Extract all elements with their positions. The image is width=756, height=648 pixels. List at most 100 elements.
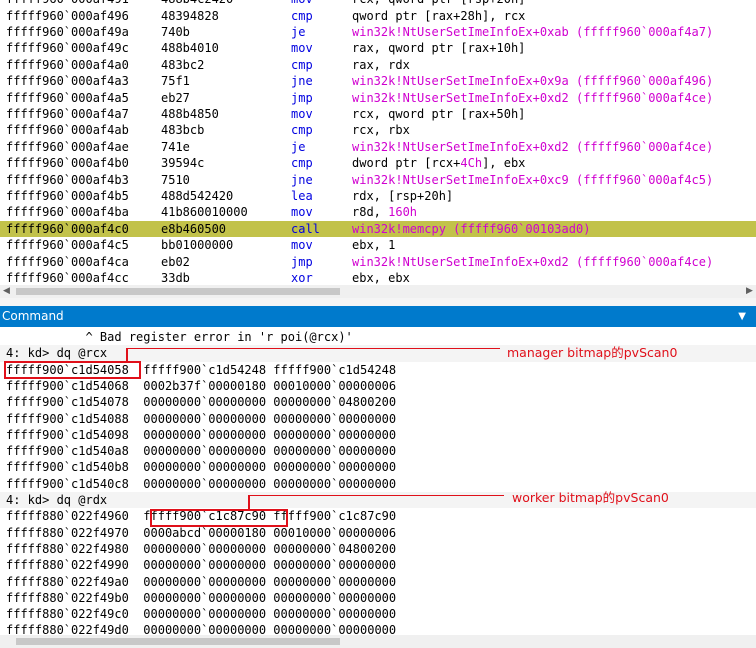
disasm-address: fffff960`000af4b5 [6, 189, 129, 203]
operand-text: dword ptr [rcx+ [352, 156, 461, 171]
disasm-row[interactable]: fffff960`000af49a 740b je win32k!NtUserSetI… [0, 24, 756, 40]
disasm-operand[interactable]: win32k!memcpy (fffff960`00103ad0) [352, 221, 590, 237]
disasm-row[interactable]: fffff960`000af491 488b4c2420 mov rcx, qword… [0, 0, 756, 8]
disasm-mnemonic: mov [291, 205, 313, 220]
manager-annotation-label: manager bitmap的pvScan0 [507, 345, 678, 360]
disasm-address: fffff960`000af4b0 [6, 156, 129, 171]
worker-annotation-leader-vertical [248, 495, 250, 509]
scroll-thumb[interactable] [16, 638, 340, 645]
command-output-line: fffff880`022f49b0 00000000`00000000 0000… [6, 590, 397, 605]
scroll-right-icon[interactable]: ▶ [743, 285, 756, 298]
disasm-address: fffff960`000af4ab [6, 123, 129, 138]
command-output-line: fffff900`c1d54068 0002b37f`00000180 0001… [6, 378, 397, 393]
disasm-address: fffff960`000af4b3 [6, 172, 129, 187]
disasm-operand[interactable]: win32k!NtUserSetImeInfoEx+0xd2 (fffff960… [352, 139, 713, 155]
disasm-row[interactable]: fffff960`000af4ba 41b860010000 mov r8d, 160… [0, 204, 756, 220]
command-output-line: fffff900`c1d540c8 00000000`00000000 0000… [6, 476, 397, 491]
disasm-row[interactable]: fffff960`000af4b0 39594c cmp dword ptr [rcx… [0, 155, 756, 171]
disasm-row[interactable]: fffff960`000af4a7 488b4850 mov rcx, qword p… [0, 106, 756, 122]
pane-splitter[interactable] [0, 298, 756, 306]
disasm-row[interactable]: fffff960`000af4b5 488d542420 lea rdx, [rsp+… [0, 188, 756, 204]
disasm-address: fffff960`000af49a [6, 25, 129, 39]
worker-annotation-leader-horizontal [248, 495, 504, 496]
disasm-address: fffff960`000af4a5 [6, 90, 129, 105]
disasm-mnemonic: mov [291, 41, 313, 56]
disasm-operand[interactable]: win32k!NtUserSetImeInfoEx+0xd2 (fffff960… [352, 254, 713, 270]
disasm-mnemonic: cmp [291, 8, 313, 23]
disasm-operand: rax, qword ptr [rax+10h] [352, 41, 526, 56]
disasm-row[interactable]: fffff960`000af4ca eb02 jmp win32k!NtUserSet… [0, 254, 756, 270]
disasm-row[interactable]: fffff960`000af4ae 741e je win32k!NtUserSetI… [0, 139, 756, 155]
disasm-row[interactable]: fffff960`000af4cc 33db xor ebx, ebx [0, 270, 756, 285]
disasm-address: fffff960`000af4a0 [6, 57, 129, 72]
disasm-operand[interactable]: win32k!NtUserSetImeInfoEx+0xd2 (fffff960… [352, 90, 713, 106]
disasm-operand[interactable]: win32k!NtUserSetImeInfoEx+0xab (fffff960… [352, 24, 713, 40]
disasm-mnemonic: cmp [291, 156, 313, 171]
disasm-row[interactable]: fffff960`000af4b3 7510 jne win32k!NtUserSet… [0, 172, 756, 188]
disassembly-pane[interactable]: fffff960`000af491 488b4c2420 mov rcx, qword… [0, 0, 756, 285]
command-output-line: fffff880`022f4970 0000abcd`00000180 0001… [6, 525, 397, 540]
disasm-address: fffff960`000af4a7 [6, 107, 129, 121]
disasm-bytes: 483bcb [161, 123, 205, 138]
command-output-line: fffff900`c1d54078 00000000`00000000 0000… [6, 395, 397, 410]
disasm-address: fffff960`000af4a3 [6, 74, 129, 89]
disasm-address: fffff960`000af49c [6, 41, 129, 56]
chevron-down-icon[interactable]: ▼ [738, 306, 746, 327]
disasm-mnemonic: mov [291, 107, 313, 121]
disasm-operand: dword ptr [rcx+4Ch], ebx [352, 155, 525, 171]
disasm-bytes: 39594c [161, 156, 205, 171]
command-output-line: fffff880`022f4980 00000000`00000000 0000… [6, 541, 397, 556]
disasm-bytes: 488b4850 [161, 107, 219, 121]
disasm-row[interactable]: fffff960`000af496 48394828 cmp qword ptr [r… [0, 8, 756, 24]
operand-immediate: 4Ch [460, 156, 483, 171]
disasm-operand[interactable]: win32k!NtUserSetImeInfoEx+0x9a (fffff960… [352, 73, 713, 89]
manager-annotation-leader-horizontal [126, 348, 500, 349]
disasm-bytes: 48394828 [161, 8, 219, 23]
disasm-bytes: eb02 [161, 254, 190, 269]
disasm-operand: rcx, qword ptr [rax+50h] [352, 107, 526, 121]
disasm-address: fffff960`000af4ba [6, 205, 129, 220]
disasm-address: fffff960`000af4ca [6, 254, 129, 269]
disasm-address: fffff960`000af496 [6, 8, 129, 23]
disasm-row[interactable]: fffff960`000af4ab 483bcb cmp rcx, rbx [0, 122, 756, 138]
worker-annotation-label: worker bitmap的pvScan0 [512, 490, 669, 505]
disasm-row[interactable]: fffff960`000af4a0 483bc2 cmp rax, rdx [0, 57, 756, 73]
command-window-title: Command [2, 309, 64, 323]
disasm-operand[interactable]: win32k!NtUserSetImeInfoEx+0xc9 (fffff960… [352, 172, 713, 188]
disasm-bytes: e8b460500 [161, 221, 227, 236]
disasm-address: fffff960`000af491 [6, 0, 129, 8]
disasm-address: fffff960`000af4cc [6, 271, 129, 285]
disasm-address: fffff960`000af4c0 [6, 221, 129, 236]
disasm-row[interactable]: fffff960`000af49c 488b4010 mov rax, qword p… [0, 40, 756, 56]
command-horizontal-scrollbar[interactable] [0, 635, 756, 648]
disasm-operand: r8d, 160h [352, 204, 417, 220]
disasm-row-current[interactable]: fffff960`000af4c0 e8b460500 call win32k!mem… [0, 220, 756, 238]
disasm-mnemonic: je [291, 139, 306, 154]
disasm-row[interactable]: fffff960`000af4c5 bb01000000 mov ebx, 1 [0, 237, 756, 253]
disasm-mnemonic: lea [291, 189, 313, 203]
command-output-line: fffff900`c1d54098 00000000`00000000 0000… [6, 427, 397, 442]
disasm-address: fffff960`000af4c5 [6, 238, 129, 253]
disasm-mnemonic: xor [291, 271, 313, 285]
disasm-row[interactable]: fffff960`000af4a5 eb27 jmp win32k!NtUserSet… [0, 90, 756, 106]
disasm-mnemonic: mov [291, 0, 313, 8]
command-output-line: fffff880`022f4990 00000000`00000000 0000… [6, 558, 397, 573]
disassembly-horizontal-scrollbar[interactable]: ◀ ▶ [0, 285, 756, 298]
command-output-line: fffff900`c1d54088 00000000`00000000 0000… [6, 411, 397, 426]
disasm-mnemonic: jne [291, 172, 313, 187]
disasm-mnemonic: mov [291, 238, 313, 253]
scroll-left-icon[interactable]: ◀ [0, 285, 13, 298]
disasm-mnemonic: call [291, 221, 320, 236]
operand-text: r8d, [352, 205, 389, 220]
disasm-row[interactable]: fffff960`000af4a3 75f1 jne win32k!NtUserSet… [0, 73, 756, 89]
disasm-bytes: bb01000000 [161, 238, 234, 253]
command-output-line: fffff900`c1d540b8 00000000`00000000 0000… [6, 460, 397, 475]
disasm-operand: ebx, ebx [352, 271, 410, 285]
command-output-line: fffff880`022f49d0 00000000`00000000 0000… [6, 623, 397, 635]
operand-text: ], ebx [482, 156, 526, 171]
disasm-bytes: eb27 [161, 90, 190, 105]
disasm-mnemonic: cmp [291, 123, 313, 138]
scroll-thumb[interactable] [16, 288, 340, 295]
disasm-address: fffff960`000af4ae [6, 139, 129, 154]
manager-pvscan0-highlight-box [4, 361, 141, 379]
